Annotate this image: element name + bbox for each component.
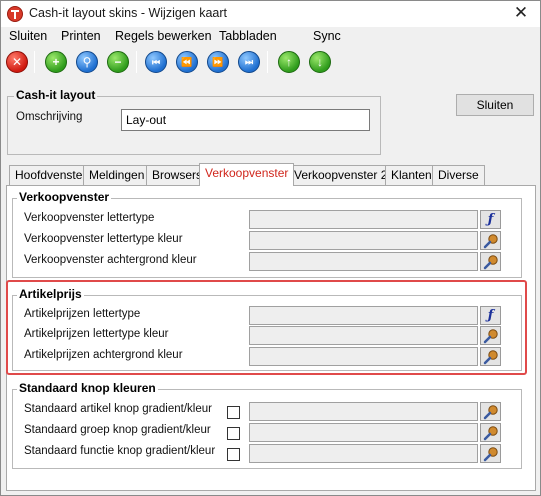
delete-button[interactable]: ✕	[6, 51, 28, 73]
tab-hoofdvenster[interactable]: Hoofdvenster	[9, 165, 93, 185]
cashit-layout-group-title: Cash-it layout	[14, 88, 98, 102]
standaard-knop-group-title: Standaard knop kleuren	[17, 381, 158, 395]
choose-color-button[interactable]	[480, 326, 501, 345]
choose-color-button[interactable]	[480, 444, 501, 463]
tab-verkoopvenster[interactable]: Verkoopvenster	[199, 163, 295, 186]
first-record-button[interactable]: ⏮	[145, 51, 167, 73]
previous-record-button[interactable]: ⏪	[176, 51, 198, 73]
color-display-field	[249, 423, 478, 442]
remove-icon: −	[114, 55, 122, 69]
choose-font-button[interactable]: ƒ	[480, 210, 501, 229]
color-picker-icon	[483, 254, 498, 269]
color-picker-icon	[483, 404, 498, 419]
toolbar-separator	[136, 51, 137, 73]
move-down-button[interactable]: ↓	[309, 51, 331, 73]
verkoopvenster-group-title: Verkoopvenster	[17, 190, 112, 204]
menu-bar: Sluiten Printen Regels bewerken Tabblade…	[1, 28, 540, 46]
last-record-icon: ⏭	[244, 56, 254, 67]
field-label: Standaard artikel knop gradient/kleur	[24, 403, 212, 415]
remove-button[interactable]: −	[107, 51, 129, 73]
choose-font-button[interactable]: ƒ	[480, 306, 501, 325]
tab-klanten[interactable]: Klanten	[385, 165, 438, 185]
color-display-field	[249, 347, 478, 366]
color-picker-icon	[483, 446, 498, 461]
field-label: Standaard functie knop gradient/kleur	[24, 445, 216, 457]
delete-icon: ✕	[11, 55, 23, 69]
font-icon: ƒ	[487, 212, 494, 227]
title-bar: Cash-it layout skins - Wijzigen kaart ✕	[1, 1, 540, 27]
tab-diverse[interactable]: Diverse	[432, 165, 485, 185]
choose-color-button[interactable]	[480, 402, 501, 421]
move-up-icon: ↑	[286, 55, 292, 69]
menu-printen[interactable]: Printen	[61, 29, 101, 43]
field-label: Standaard groep knop gradient/kleur	[24, 424, 211, 436]
previous-record-icon: ⏪	[181, 56, 193, 67]
toolbar: ✕ + ⚲ − ⏮ ⏪ ⏩ ⏭ ↑ ↓	[1, 49, 540, 75]
color-display-field	[249, 252, 478, 271]
add-button[interactable]: +	[45, 51, 67, 73]
app-logo-icon	[7, 6, 23, 22]
color-display-field	[249, 326, 478, 345]
dialog-window: Cash-it layout skins - Wijzigen kaart ✕ …	[0, 0, 541, 496]
enable-checkbox[interactable]	[227, 427, 240, 440]
artikelprijs-group: Artikelprijs Artikelprijzen lettertype ƒ…	[12, 287, 522, 371]
close-button[interactable]: Sluiten	[456, 94, 534, 116]
field-label: Artikelprijzen lettertype kleur	[24, 328, 169, 340]
toolbar-separator	[267, 51, 268, 73]
first-record-icon: ⏮	[151, 56, 161, 67]
move-down-icon: ↓	[317, 55, 323, 69]
choose-color-button[interactable]	[480, 347, 501, 366]
move-up-button[interactable]: ↑	[278, 51, 300, 73]
choose-color-button[interactable]	[480, 231, 501, 250]
color-display-field	[249, 231, 478, 250]
tab-panel-verkoopvenster: Verkoopvenster Verkoopvenster lettertype…	[6, 185, 536, 491]
field-label: Verkoopvenster achtergrond kleur	[24, 254, 197, 266]
menu-sync[interactable]: Sync	[313, 29, 341, 43]
field-label: Verkoopvenster lettertype	[24, 212, 155, 224]
window-title: Cash-it layout skins - Wijzigen kaart	[29, 6, 227, 20]
font-icon: ƒ	[487, 308, 494, 323]
description-input[interactable]	[121, 109, 370, 131]
toolbar-separator	[34, 51, 35, 73]
menu-regels-bewerken[interactable]: Regels bewerken	[115, 29, 212, 43]
field-label: Artikelprijzen achtergrond kleur	[24, 349, 183, 361]
field-label: Verkoopvenster lettertype kleur	[24, 233, 183, 245]
standaard-knop-group: Standaard knop kleuren Standaard artikel…	[12, 381, 522, 469]
enable-checkbox[interactable]	[227, 406, 240, 419]
verkoopvenster-group: Verkoopvenster Verkoopvenster lettertype…	[12, 190, 522, 278]
cashit-layout-group: Cash-it layout Omschrijving	[7, 88, 381, 155]
last-record-button[interactable]: ⏭	[238, 51, 260, 73]
color-picker-icon	[483, 425, 498, 440]
menu-tabbladen[interactable]: Tabbladen	[219, 29, 277, 43]
color-picker-icon	[483, 233, 498, 248]
next-record-icon: ⏩	[212, 56, 224, 67]
color-display-field	[249, 402, 478, 421]
color-picker-icon	[483, 328, 498, 343]
font-display-field	[249, 306, 478, 325]
tab-verkoopvenster-2[interactable]: Verkoopvenster 2	[288, 165, 394, 185]
menu-sluiten[interactable]: Sluiten	[9, 29, 47, 43]
description-label: Omschrijving	[16, 111, 83, 123]
search-icon: ⚲	[82, 55, 92, 69]
color-picker-icon	[483, 349, 498, 364]
choose-color-button[interactable]	[480, 423, 501, 442]
enable-checkbox[interactable]	[227, 448, 240, 461]
add-icon: +	[52, 55, 60, 69]
search-button[interactable]: ⚲	[76, 51, 98, 73]
field-label: Artikelprijzen lettertype	[24, 308, 141, 320]
font-display-field	[249, 210, 478, 229]
color-display-field	[249, 444, 478, 463]
tab-meldingen[interactable]: Meldingen	[83, 165, 151, 185]
next-record-button[interactable]: ⏩	[207, 51, 229, 73]
artikelprijs-group-title: Artikelprijs	[17, 287, 84, 301]
choose-color-button[interactable]	[480, 252, 501, 271]
close-window-button[interactable]: ✕	[508, 2, 534, 24]
